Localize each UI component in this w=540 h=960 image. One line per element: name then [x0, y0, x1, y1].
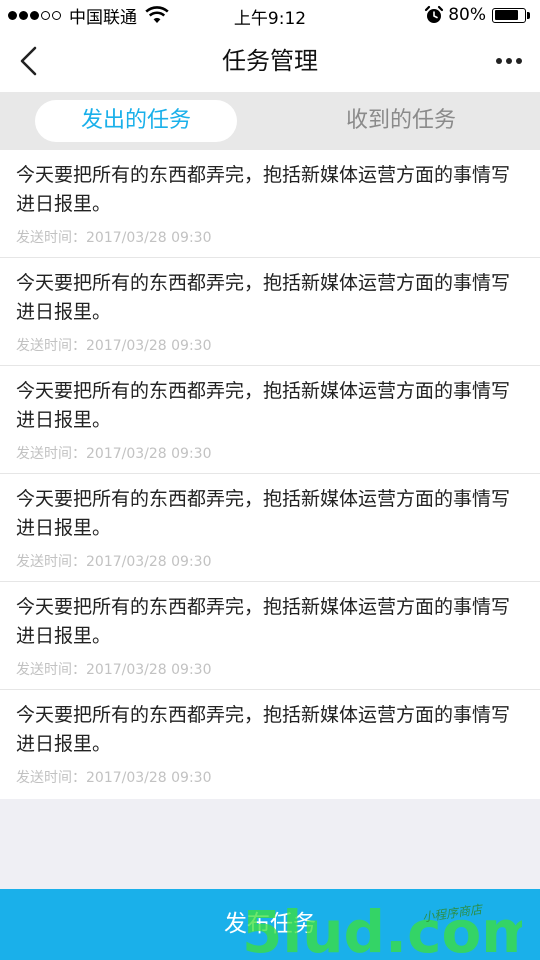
tab-bar: 发出的任务 收到的任务 — [0, 92, 540, 150]
battery-percentage: 80% — [448, 5, 486, 25]
task-send-time: 发送时间：2017/03/28 09:30 — [16, 554, 212, 570]
task-content: 今天要把所有的东西都弄完，抱括新媒体运营方面的事情写进日报里。 — [16, 272, 511, 323]
status-right: 80% — [424, 4, 530, 26]
task-content: 今天要把所有的东西都弄完，抱括新媒体运营方面的事情写进日报里。 — [16, 164, 511, 215]
task-send-time: 发送时间：2017/03/28 09:30 — [16, 338, 212, 354]
battery-tip — [527, 11, 530, 19]
task-item[interactable]: 今天要把所有的东西都弄完，抱括新媒体运营方面的事情写进日报里。 发送时间：201… — [0, 474, 540, 582]
more-dots-icon — [496, 58, 522, 64]
publish-task-button[interactable]: 发布任务 — [0, 889, 540, 960]
task-item[interactable]: 今天要把所有的东西都弄完，抱括新媒体运营方面的事情写进日报里。 发送时间：201… — [0, 582, 540, 690]
task-item[interactable]: 今天要把所有的东西都弄完，抱括新媒体运营方面的事情写进日报里。 发送时间：201… — [0, 690, 540, 799]
tab-sent-tasks[interactable]: 发出的任务 — [35, 100, 237, 142]
task-list: 今天要把所有的东西都弄完，抱括新媒体运营方面的事情写进日报里。 发送时间：201… — [0, 150, 540, 799]
battery-icon — [492, 7, 526, 23]
battery-level — [494, 10, 518, 20]
task-send-time: 发送时间：2017/03/28 09:30 — [16, 662, 212, 678]
page-title: 任务管理 — [222, 47, 318, 75]
task-content: 今天要把所有的东西都弄完，抱括新媒体运营方面的事情写进日报里。 — [16, 488, 511, 539]
task-item[interactable]: 今天要把所有的东西都弄完，抱括新媒体运营方面的事情写进日报里。 发送时间：201… — [0, 366, 540, 474]
more-button[interactable] — [488, 40, 530, 82]
task-send-time: 发送时间：2017/03/28 09:30 — [16, 770, 212, 786]
navigation-bar: 任务管理 — [0, 30, 540, 92]
alarm-clock-icon — [425, 5, 444, 23]
task-content: 今天要把所有的东西都弄完，抱括新媒体运营方面的事情写进日报里。 — [16, 596, 511, 647]
task-content: 今天要把所有的东西都弄完，抱括新媒体运营方面的事情写进日报里。 — [16, 380, 511, 431]
task-content: 今天要把所有的东西都弄完，抱括新媒体运营方面的事情写进日报里。 — [16, 704, 511, 755]
task-item[interactable]: 今天要把所有的东西都弄完，抱括新媒体运营方面的事情写进日报里。 发送时间：201… — [0, 258, 540, 366]
task-send-time: 发送时间：2017/03/28 09:30 — [16, 230, 212, 246]
task-send-time: 发送时间：2017/03/28 09:30 — [16, 446, 212, 462]
task-item[interactable]: 今天要把所有的东西都弄完，抱括新媒体运营方面的事情写进日报里。 发送时间：201… — [0, 150, 540, 258]
tab-received-tasks[interactable]: 收到的任务 — [300, 100, 502, 142]
status-bar: 中国联通 上午9:12 80% — [0, 0, 540, 30]
